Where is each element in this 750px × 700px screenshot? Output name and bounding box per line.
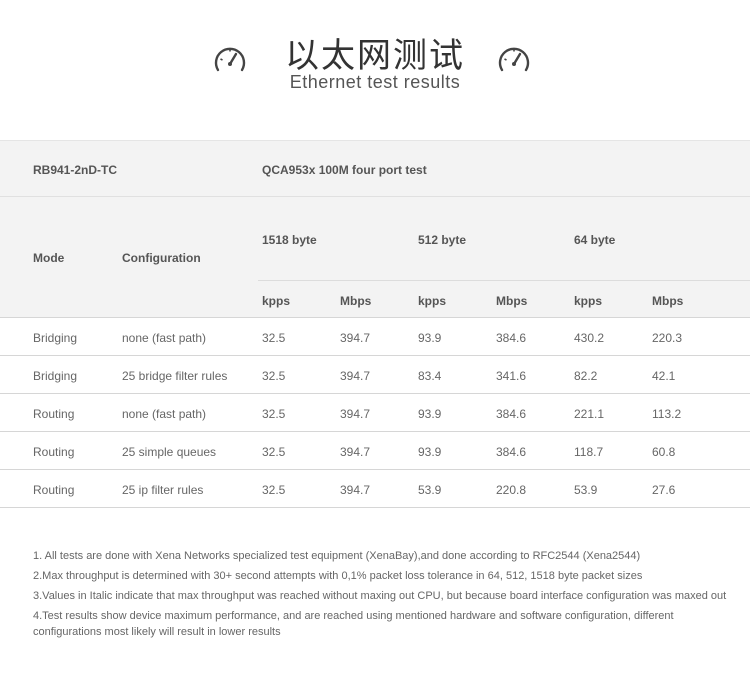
header-unit: Mbps [652, 294, 684, 308]
cell-value: 32.5 [262, 369, 286, 383]
cell-value: 42.1 [652, 369, 676, 383]
cell-value: 394.7 [340, 331, 371, 345]
cell-value: 83.4 [418, 369, 442, 383]
cell-configuration: 25 simple queues [122, 445, 217, 459]
table-row: Routing 25 ip filter rules 32.5 394.7 53… [0, 470, 750, 508]
header-unit: kpps [574, 294, 603, 308]
table-row: Routing 25 simple queues 32.5 394.7 93.9… [0, 432, 750, 470]
cell-value: 32.5 [262, 407, 286, 421]
cell-configuration: none (fast path) [122, 331, 207, 345]
cell-value: 221.1 [574, 407, 605, 421]
cell-configuration: 25 ip filter rules [122, 483, 204, 497]
cell-value: 384.6 [496, 331, 527, 345]
page-header: 以太网测试 Ethernet test results [0, 0, 750, 140]
cell-value: 394.7 [340, 407, 371, 421]
header-packet-size: 64 byte [574, 233, 616, 247]
header-packet-size: 1518 byte [262, 233, 317, 247]
device-model: RB941-2nD-TC [33, 163, 118, 177]
table-row: Routing none (fast path) 32.5 394.7 93.9… [0, 394, 750, 432]
cell-mode: Bridging [33, 369, 78, 383]
cell-configuration: none (fast path) [122, 407, 207, 421]
cell-mode: Routing [33, 483, 75, 497]
header-unit: Mbps [496, 294, 528, 308]
page-subtitle: Ethernet test results [289, 72, 461, 92]
cell-value: 82.2 [574, 369, 598, 383]
cell-value: 113.2 [652, 407, 682, 421]
cell-value: 220.3 [652, 331, 683, 345]
cell-value: 220.8 [496, 483, 527, 497]
cell-value: 32.5 [262, 331, 286, 345]
footnote: 2.Max throughput is determined with 30+ … [33, 570, 643, 582]
header-configuration: Configuration [122, 251, 201, 265]
cell-value: 27.6 [652, 483, 676, 497]
cell-value: 60.8 [652, 445, 676, 459]
cell-value: 32.5 [262, 483, 286, 497]
cell-value: 118.7 [574, 445, 604, 459]
speedometer-icon [498, 47, 530, 72]
cell-value: 384.6 [496, 445, 527, 459]
cell-mode: Bridging [33, 331, 78, 345]
footnotes: 1. All tests are done with Xena Networks… [33, 548, 733, 644]
page-title: 以太网测试 [285, 36, 465, 76]
header-mode: Mode [33, 251, 65, 265]
header-unit: Mbps [340, 294, 372, 308]
header-unit: kpps [418, 294, 447, 308]
header-packet-size: 512 byte [418, 233, 467, 247]
table-row: Bridging 25 bridge filter rules 32.5 394… [0, 356, 750, 394]
cell-value: 53.9 [418, 483, 442, 497]
cell-mode: Routing [33, 445, 75, 459]
cell-value: 384.6 [496, 407, 527, 421]
cell-value: 32.5 [262, 445, 286, 459]
cell-value: 430.2 [574, 331, 605, 345]
footnote: 3.Values in Italic indicate that max thr… [33, 590, 727, 602]
cell-value: 93.9 [418, 445, 442, 459]
table-row: Bridging none (fast path) 32.5 394.7 93.… [0, 318, 750, 356]
cell-mode: Routing [33, 407, 75, 421]
cell-configuration: 25 bridge filter rules [122, 369, 228, 383]
footnote: 4.Test results show device maximum perfo… [33, 610, 674, 638]
table-header: Mode Configuration 1518 byte 512 byte 64… [0, 196, 750, 318]
cell-value: 53.9 [574, 483, 598, 497]
cell-value: 341.6 [496, 369, 527, 383]
cell-value: 93.9 [418, 407, 442, 421]
cell-value: 394.7 [340, 445, 371, 459]
cell-value: 93.9 [418, 331, 442, 345]
header-divider [258, 280, 750, 281]
test-name: QCA953x 100M four port test [262, 163, 427, 177]
cell-value: 394.7 [340, 483, 371, 497]
cell-value: 394.7 [340, 369, 371, 383]
header-unit: kpps [262, 294, 291, 308]
footnote: 1. All tests are done with Xena Networks… [33, 550, 641, 562]
table-title-row: RB941-2nD-TC QCA953x 100M four port test [0, 140, 750, 196]
